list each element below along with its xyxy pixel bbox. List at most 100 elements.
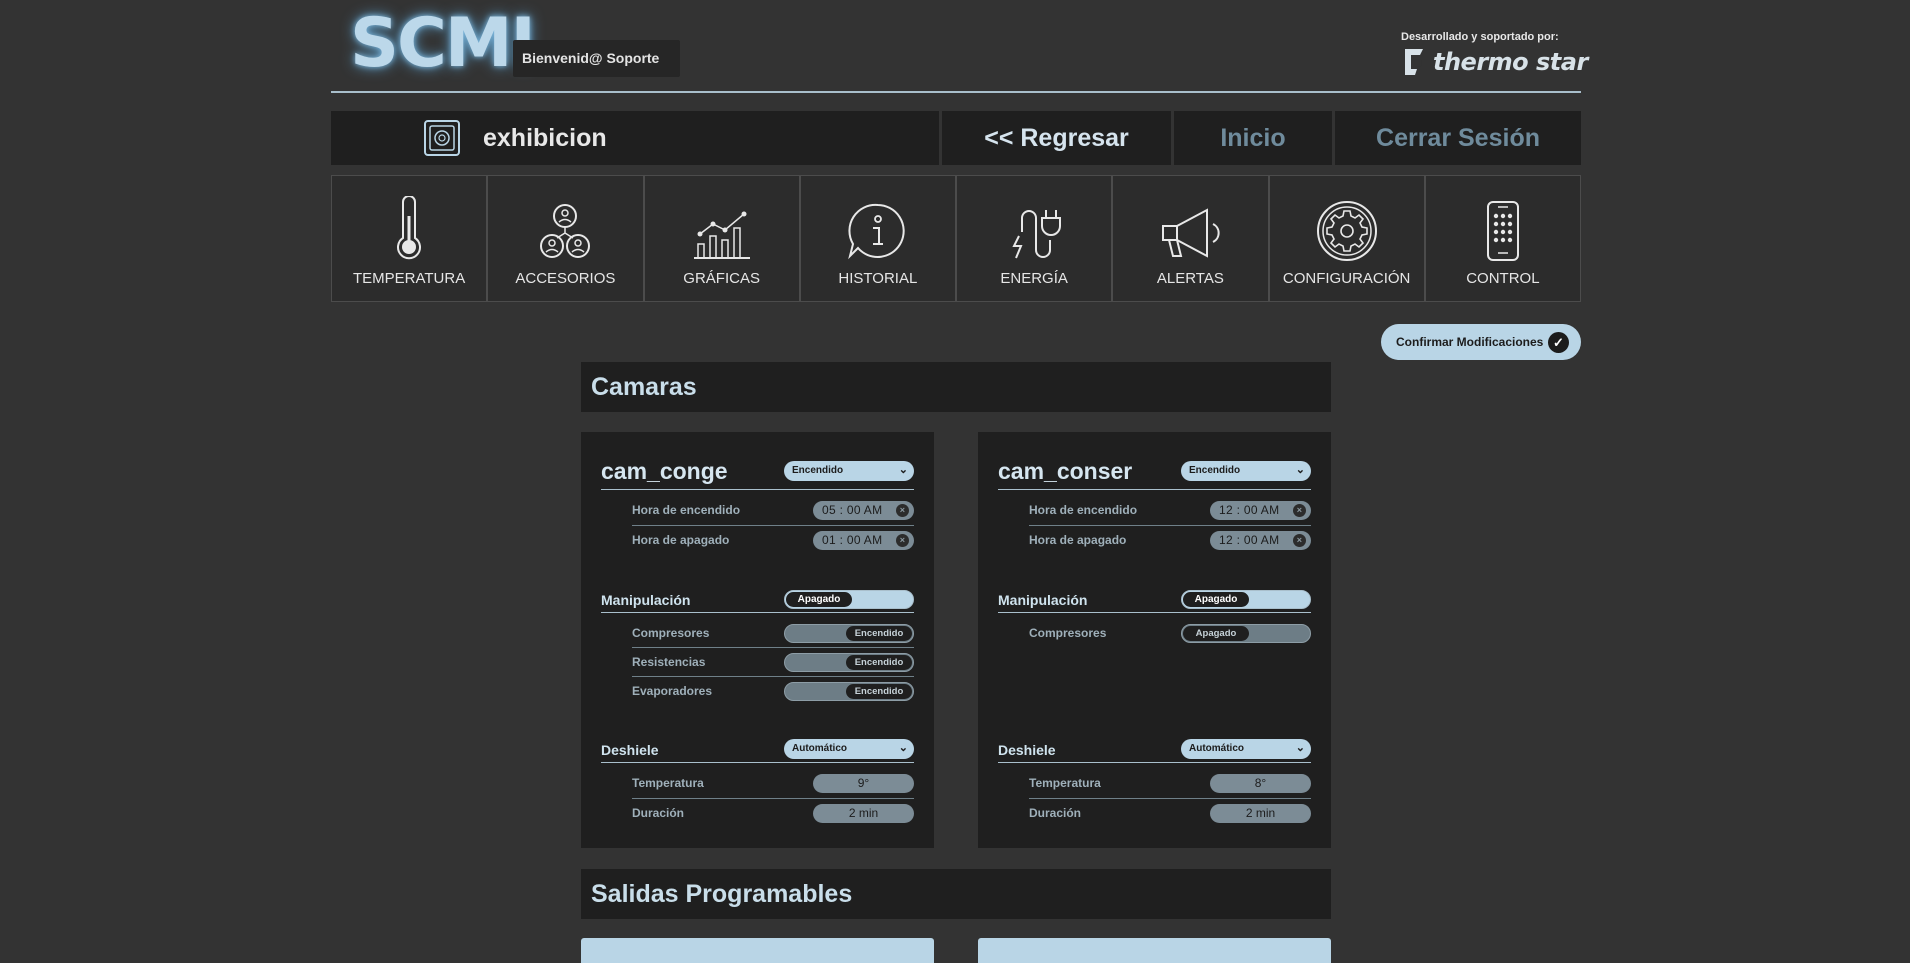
clear-icon[interactable]: ×: [1293, 504, 1306, 517]
menu-item-alertas[interactable]: ALERTAS: [1112, 175, 1269, 302]
device-label: Resistencias: [632, 655, 706, 669]
module-menu: TEMPERATURA ACCESORIOS GRÁFICAS HISTORIA…: [331, 175, 1581, 302]
divider: [1029, 525, 1311, 526]
toggle-knob: Encendido: [846, 626, 912, 641]
divider: [998, 489, 1311, 490]
divider: [632, 647, 914, 648]
logout-button[interactable]: Cerrar Sesión: [1335, 111, 1581, 165]
device-toggle[interactable]: Encendido: [784, 653, 914, 672]
time-value: 01 : 00 AM: [822, 533, 883, 547]
on-time-input[interactable]: 05 : 00 AM ×: [813, 501, 914, 520]
welcome-badge: Bienvenid@ Soporte: [513, 40, 680, 77]
outputs-section-title: Salidas Programables: [581, 869, 1331, 919]
accessories-icon: [540, 204, 591, 258]
manipulation-toggle[interactable]: Apagado: [1181, 590, 1311, 609]
developer-caption: Desarrollado y soportado por:: [1401, 31, 1559, 43]
temperature-label: Temperatura: [632, 776, 704, 790]
duration-input[interactable]: 2 min: [1210, 804, 1311, 823]
divider: [632, 525, 914, 526]
divider: [601, 489, 914, 490]
brand-name: thermo star: [1433, 48, 1588, 76]
fridge-icon: [424, 120, 460, 156]
menu-label: HISTORIAL: [838, 270, 918, 287]
page: SCMI Bienvenid@ Soporte Desarrollado y s…: [0, 0, 1910, 963]
device-toggle[interactable]: Encendido: [784, 682, 914, 701]
camera-name: cam_conge: [601, 458, 728, 484]
chevron-down-icon: ⌄: [898, 464, 908, 476]
menu-item-graficas[interactable]: GRÁFICAS: [643, 175, 800, 302]
menu-item-historial[interactable]: HISTORIAL: [799, 175, 956, 302]
menu-item-temperatura[interactable]: TEMPERATURA: [331, 175, 488, 302]
device-toggle[interactable]: Apagado: [1181, 624, 1311, 643]
off-time-input[interactable]: 12 : 00 AM ×: [1210, 531, 1311, 550]
camera-name: cam_conser: [998, 458, 1133, 484]
toggle-knob: Encendido: [846, 655, 912, 670]
chart-icon: [693, 211, 750, 259]
menu-label: ENERGÍA: [1000, 270, 1068, 287]
menu-label: CONFIGURACIÓN: [1282, 270, 1411, 287]
manipulation-toggle[interactable]: Apagado: [784, 590, 914, 609]
menu-item-energia[interactable]: ENERGÍA: [956, 175, 1113, 302]
on-time-label: Hora de encendido: [632, 503, 741, 517]
time-value: 12 : 00 AM: [1219, 533, 1280, 547]
toggle-knob: Apagado: [786, 592, 852, 607]
divider: [632, 676, 914, 677]
divider: [601, 762, 914, 763]
page-title: exhibicion: [483, 123, 607, 152]
temperature-input[interactable]: 9°: [813, 774, 914, 793]
toggle-knob: Apagado: [1183, 626, 1249, 641]
header-divider: [331, 91, 1581, 93]
back-button[interactable]: << Regresar: [942, 111, 1171, 165]
thermometer-icon: [397, 196, 422, 260]
select-value: Encendido: [1189, 465, 1241, 476]
select-value: Encendido: [792, 465, 844, 476]
on-time-input[interactable]: 12 : 00 AM ×: [1210, 501, 1311, 520]
camera-card: cam_conser Encendido ⌄ Hora de encendido…: [978, 432, 1331, 848]
megaphone-icon: [1162, 208, 1220, 258]
remote-icon: [1486, 201, 1519, 261]
defrost-mode-select[interactable]: Automático ⌄: [1181, 739, 1311, 759]
device-label: Compresores: [632, 626, 710, 640]
camera-status-select[interactable]: Encendido ⌄: [784, 461, 914, 481]
divider: [998, 762, 1311, 763]
check-icon: ✓: [1548, 332, 1569, 353]
defrost-label: Deshiele: [601, 742, 659, 758]
device-toggle[interactable]: Encendido: [784, 624, 914, 643]
temperature-label: Temperatura: [1029, 776, 1101, 790]
camera-card: cam_conge Encendido ⌄ Hora de encendido …: [581, 432, 934, 848]
brand-logo: thermo star: [1401, 46, 1588, 78]
on-time-label: Hora de encendido: [1029, 503, 1138, 517]
top-nav: exhibicion << Regresar Inicio Cerrar Ses…: [331, 111, 1581, 165]
clear-icon[interactable]: ×: [1293, 534, 1306, 547]
menu-item-control[interactable]: CONTROL: [1424, 175, 1581, 302]
duration-input[interactable]: 2 min: [813, 804, 914, 823]
plug-icon: [1012, 210, 1062, 259]
clear-icon[interactable]: ×: [896, 534, 909, 547]
defrost-mode-select[interactable]: Automático ⌄: [784, 739, 914, 759]
info-icon: [848, 203, 905, 260]
off-time-label: Hora de apagado: [632, 533, 730, 547]
time-value: 05 : 00 AM: [822, 503, 883, 517]
temperature-input[interactable]: 8°: [1210, 774, 1311, 793]
divider: [998, 612, 1311, 613]
clear-icon[interactable]: ×: [896, 504, 909, 517]
defrost-label: Deshiele: [998, 742, 1056, 758]
gear-icon: [1316, 201, 1377, 261]
menu-item-accesorios[interactable]: ACCESORIOS: [487, 175, 644, 302]
menu-label: ACCESORIOS: [515, 270, 616, 287]
camera-status-select[interactable]: Encendido ⌄: [1181, 461, 1311, 481]
home-button[interactable]: Inicio: [1174, 111, 1332, 165]
menu-item-configuracion[interactable]: CONFIGURACIÓN: [1268, 175, 1425, 302]
divider: [1029, 798, 1311, 799]
confirm-changes-button[interactable]: Confirmar Modificaciones ✓: [1381, 324, 1581, 360]
chevron-down-icon: ⌄: [898, 742, 908, 754]
divider: [601, 612, 914, 613]
brand-mark-icon: [1405, 49, 1423, 75]
select-value: Automático: [1189, 743, 1244, 754]
off-time-input[interactable]: 01 : 00 AM ×: [813, 531, 914, 550]
menu-label: CONTROL: [1466, 270, 1540, 287]
device-label: Evaporadores: [632, 684, 713, 698]
app-logo: SCMI: [350, 4, 536, 83]
manipulation-label: Manipulación: [601, 592, 691, 608]
menu-label: TEMPERATURA: [353, 270, 466, 287]
